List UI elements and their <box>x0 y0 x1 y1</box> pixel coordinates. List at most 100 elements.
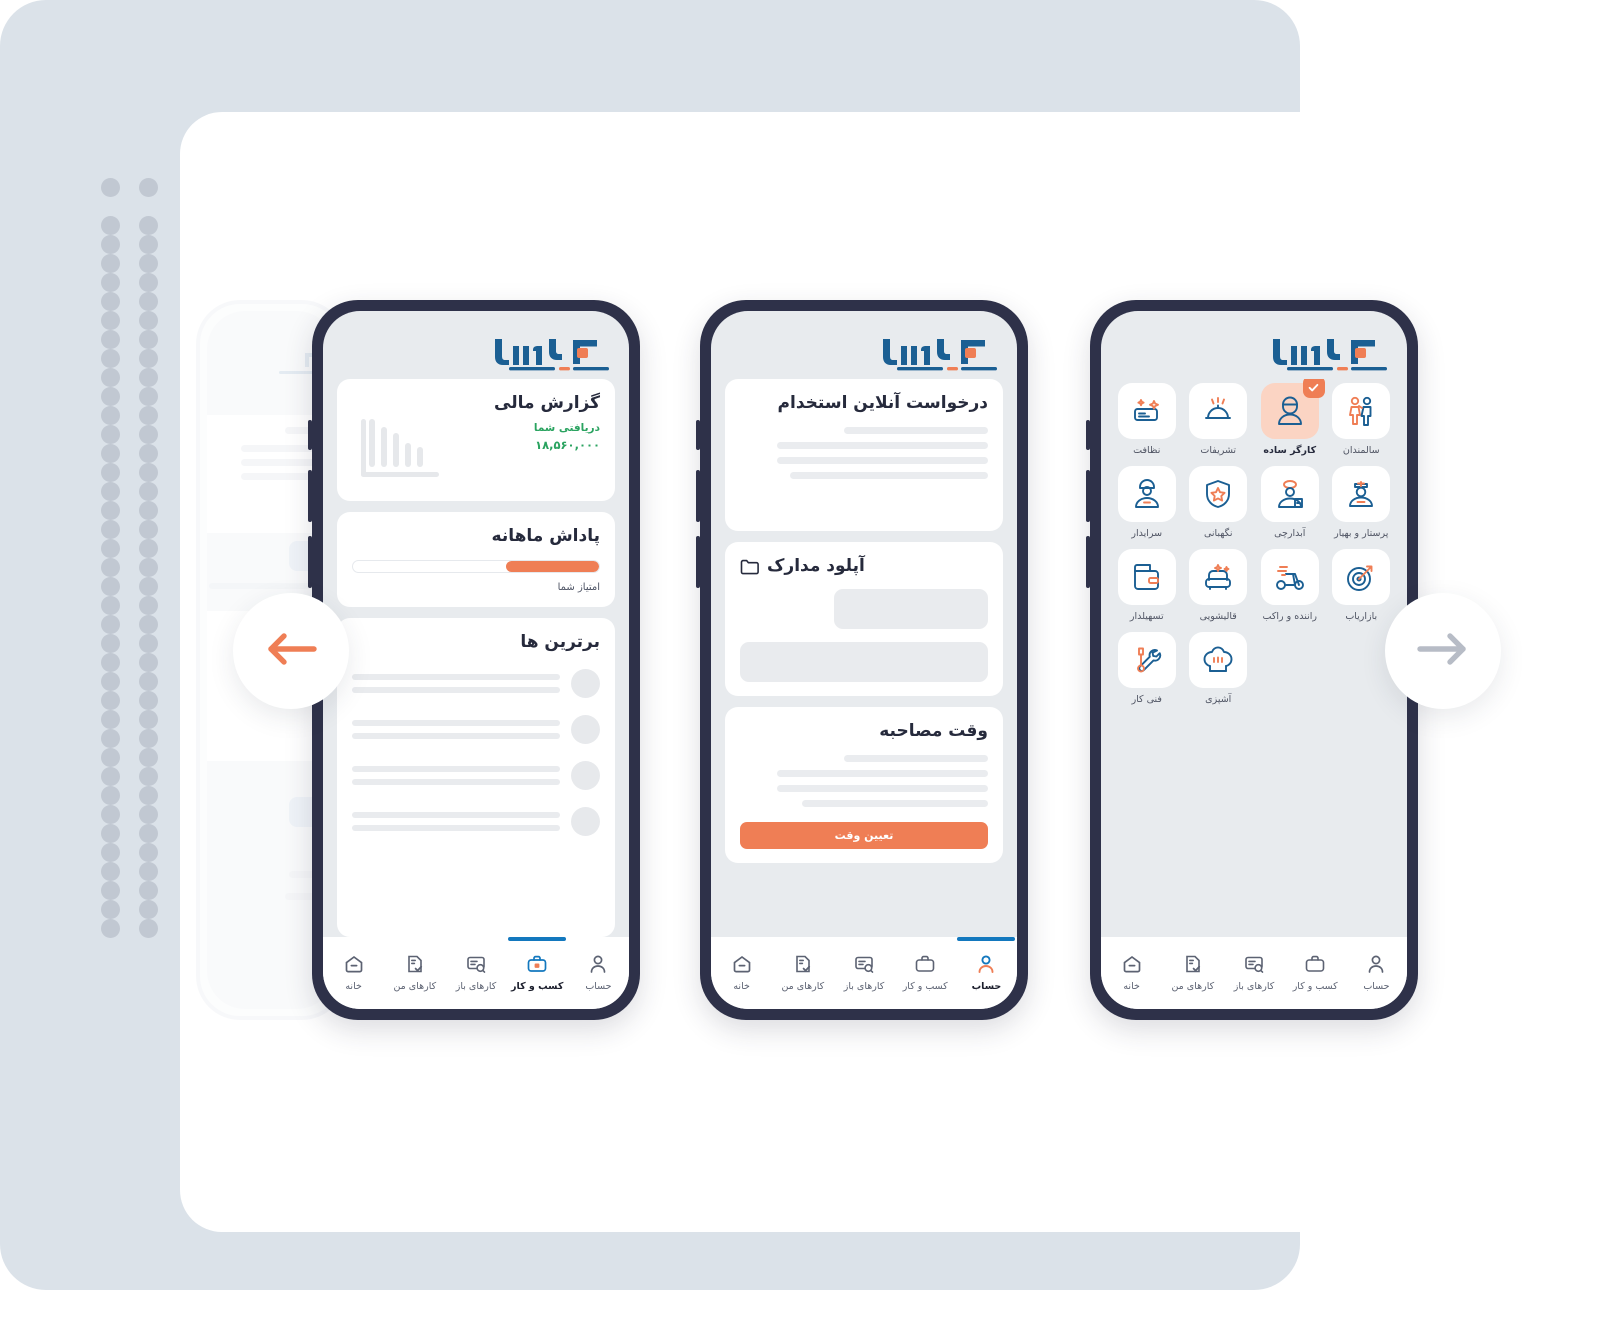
category-tile[interactable] <box>1332 549 1391 605</box>
decorative-dot <box>139 292 158 311</box>
list-item-placeholder-text <box>352 720 560 739</box>
avatar <box>571 715 600 744</box>
nav-active-indicator <box>957 937 1016 941</box>
category-tile[interactable] <box>1117 632 1176 688</box>
decorative-dot <box>139 425 158 444</box>
nav-label: کسب و کار <box>1292 981 1338 992</box>
card-top-performers[interactable]: برترین ها <box>337 618 615 937</box>
nav-item-home[interactable]: خانه <box>323 947 384 1009</box>
decorative-dot <box>139 786 158 805</box>
decorative-dot <box>101 501 120 520</box>
decorative-dot <box>139 767 158 786</box>
nav-item-home[interactable]: خانه <box>1101 947 1162 1009</box>
decorative-dot <box>101 539 120 558</box>
category-tile[interactable] <box>1332 383 1391 439</box>
list-item[interactable] <box>352 715 600 744</box>
category-elderly-care[interactable]: سالمندان <box>1330 383 1394 456</box>
category-worker[interactable]: کارگر ساده <box>1258 379 1325 456</box>
card-financial-report[interactable]: گزارش مالی دریافتی شما ۱۸,۵۶۰,۰۰۰ <box>337 379 615 501</box>
category-tile[interactable] <box>1189 632 1248 688</box>
decorative-dot <box>101 558 120 577</box>
decorative-dot <box>101 520 120 539</box>
category-tile[interactable] <box>1189 466 1248 522</box>
nav-item-my-jobs[interactable]: کارهای من <box>1162 947 1223 1009</box>
category-sofa-clean[interactable]: قالیشویی <box>1187 549 1251 622</box>
phone-side-button <box>308 536 312 588</box>
category-wallet[interactable]: تسهیلدار <box>1115 549 1179 622</box>
list-item[interactable] <box>352 761 600 790</box>
screen-service-categories: سالمندان کارگر ساده تشریفات نظافت پرستار و ب… <box>1101 311 1407 1009</box>
bonus-progress-bar[interactable] <box>352 560 600 573</box>
category-tools[interactable]: فنی کار <box>1115 632 1179 705</box>
list-item-placeholder-text <box>352 812 560 831</box>
carousel-prev-button[interactable] <box>233 593 349 709</box>
phone-frame-business-dashboard: گزارش مالی دریافتی شما ۱۸,۵۶۰,۰۰۰ پاداش … <box>308 300 640 1020</box>
decorative-dot <box>101 387 120 406</box>
decorative-dot <box>101 767 120 786</box>
decorative-dot <box>101 311 120 330</box>
nav-item-open-jobs[interactable]: کارهای باز <box>833 947 894 1009</box>
card-title: پاداش ماهانه <box>491 526 600 546</box>
category-tile[interactable] <box>1117 466 1176 522</box>
decorative-dot <box>101 235 120 254</box>
category-tile[interactable] <box>1260 549 1319 605</box>
category-shield-badge[interactable]: نگهبانی <box>1187 466 1251 539</box>
nav-label: کسب و کار <box>902 981 948 992</box>
category-tile[interactable] <box>1189 549 1248 605</box>
card-upload-documents[interactable]: آپلود مدارک <box>725 542 1003 696</box>
nav-item-account[interactable]: حساب <box>1346 947 1407 1009</box>
placeholder-line <box>777 442 988 449</box>
decorative-dot <box>139 691 158 710</box>
category-tile[interactable] <box>1117 549 1176 605</box>
nav-item-account[interactable]: حساب <box>568 947 629 1009</box>
worker-icon <box>1273 394 1307 428</box>
briefcase-icon <box>914 953 936 975</box>
set-appointment-button[interactable]: تعیین وقت <box>740 822 988 849</box>
nav-item-open-jobs[interactable]: کارهای باز <box>1223 947 1284 1009</box>
document-check-icon <box>404 953 426 975</box>
nav-label: خانه <box>345 981 362 992</box>
category-tile[interactable] <box>1189 383 1248 439</box>
category-target-dart[interactable]: بازاریاب <box>1330 549 1394 622</box>
upload-slot[interactable] <box>740 642 988 682</box>
category-label: کارگر ساده <box>1263 445 1317 456</box>
category-cleaning[interactable]: نظافت <box>1115 383 1179 456</box>
category-service-bell[interactable]: تشریفات <box>1187 383 1251 456</box>
nav-label: حساب <box>585 981 612 992</box>
nav-item-business[interactable]: کسب و کار <box>507 937 568 1009</box>
nav-item-open-jobs[interactable]: کارهای باز <box>445 947 506 1009</box>
placeholder-line <box>789 472 988 479</box>
category-tile[interactable] <box>1260 379 1325 439</box>
list-item[interactable] <box>352 807 600 836</box>
karlain-logo <box>1271 333 1389 371</box>
category-tea-server[interactable]: آبدارچی <box>1258 466 1322 539</box>
list-item[interactable] <box>352 669 600 698</box>
category-tile[interactable] <box>1117 383 1176 439</box>
card-monthly-bonus[interactable]: پاداش ماهانه امتیاز شما <box>337 512 615 607</box>
decorative-dot <box>139 805 158 824</box>
upload-slot[interactable] <box>834 589 988 629</box>
card-interview-time[interactable]: وقت مصاحبه تعیین وقت <box>725 707 1003 863</box>
carousel-next-button[interactable] <box>1385 593 1501 709</box>
category-tile[interactable] <box>1260 466 1319 522</box>
decorative-dot <box>139 672 158 691</box>
category-label: آشپزی <box>1205 694 1232 705</box>
decorative-dot <box>139 406 158 425</box>
card-online-hiring-request[interactable]: درخواست آنلاین استخدام <box>725 379 1003 531</box>
nav-item-my-jobs[interactable]: کارهای من <box>772 947 833 1009</box>
decorative-dot <box>101 615 120 634</box>
category-caretaker[interactable]: سرایدار <box>1115 466 1179 539</box>
nav-item-business[interactable]: کسب و کار <box>1285 947 1346 1009</box>
category-nurse[interactable]: پرستار و بهیار <box>1330 466 1394 539</box>
app-content-categories: سالمندان کارگر ساده تشریفات نظافت پرستار و ب… <box>1101 379 1407 937</box>
document-search-icon <box>1243 953 1265 975</box>
nav-item-business[interactable]: کسب و کار <box>895 947 956 1009</box>
category-chef-hat[interactable]: آشپزی <box>1187 632 1251 705</box>
tea-server-icon <box>1273 477 1307 511</box>
nav-item-account[interactable]: حساب <box>956 937 1017 1009</box>
category-tile[interactable] <box>1332 466 1391 522</box>
nav-item-home[interactable]: خانه <box>711 947 772 1009</box>
category-scooter[interactable]: راننده و راکب <box>1258 549 1322 622</box>
nav-item-my-jobs[interactable]: کارهای من <box>384 947 445 1009</box>
decorative-dot <box>139 216 158 235</box>
